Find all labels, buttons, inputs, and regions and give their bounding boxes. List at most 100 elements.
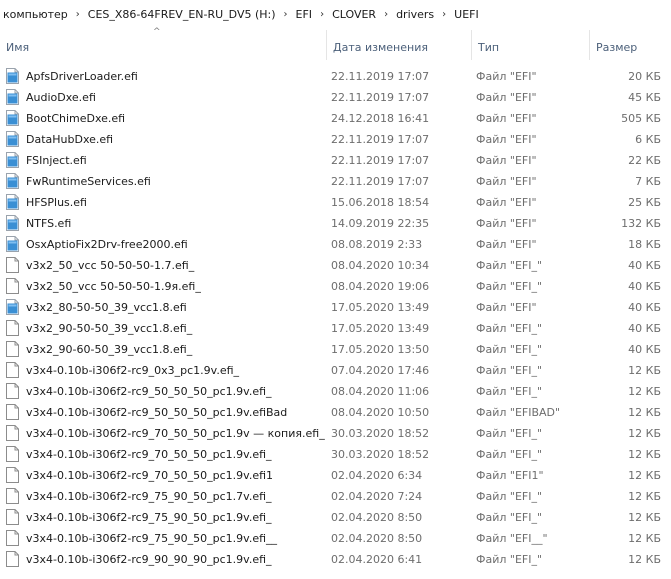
file-date: 14.09.2019 22:35 [331,217,430,230]
file-size: 40 КБ [628,301,661,314]
file-row[interactable]: v3x4-0.10b-i306f2-rc9_0x3_pc1.9v.efi_ 07.… [0,360,671,381]
file-row[interactable]: v3x4-0.10b-i306f2-rc9_70_50_50_pc1.9v.ef… [0,465,671,486]
column-header-type[interactable]: Тип [471,30,589,60]
column-header-type-label: Тип [478,41,500,54]
file-type: Файл "EFI_" [476,427,543,440]
file-type: Файл "EFI" [476,70,537,83]
file-size: 40 КБ [628,280,661,293]
file-size: 12 КБ [628,553,661,566]
file-date: 02.04.2020 8:50 [331,532,423,545]
blank-file-icon [6,360,22,381]
blank-file-icon [6,423,22,444]
file-date: 02.04.2020 6:41 [331,553,423,566]
file-row[interactable]: ApfsDriverLoader.efi 22.11.2019 17:07 Файл… [0,66,671,87]
file-row[interactable]: v3x2_50_vcc 50-50-50-1.7.efi_ 08.04.2020 … [0,255,671,276]
efi-file-icon [6,297,22,318]
file-name: v3x2_80-50-50_39_vcc1.8.efi [26,301,187,314]
file-row[interactable]: v3x2_90-50-50_39_vcc1.8.efi_ 17.05.2020 1… [0,318,671,339]
file-name: FSInject.efi [26,154,87,167]
file-size: 40 КБ [628,343,661,356]
file-name: v3x2_90-50-50_39_vcc1.8.efi_ [26,322,193,335]
file-date: 02.04.2020 6:34 [331,469,423,482]
column-header-name[interactable]: ^ Имя [0,27,326,60]
file-type: Файл "EFI_" [476,322,543,335]
file-type: Файл "EFI_" [476,343,543,356]
file-row[interactable]: v3x2_50_vcc 50-50-50-1.9я.efi_ 08.04.2020… [0,276,671,297]
file-type: Файл "EFI" [476,175,537,188]
column-header-date[interactable]: Дата изменения [326,30,471,60]
file-name: v3x4-0.10b-i306f2-rc9_75_90_50_pc1.9v.ef… [26,511,272,524]
file-type: Файл "EFI_" [476,448,543,461]
blank-file-icon [6,528,22,549]
file-row[interactable]: NTFS.efi 14.09.2019 22:35 Файл "EFI" 132 КБ [0,213,671,234]
blank-file-icon [6,318,22,339]
column-header-name-label: Имя [6,41,30,54]
file-row[interactable]: FSInject.efi 22.11.2019 17:07 Файл "EFI" 22… [0,150,671,171]
file-name: v3x2_90-60-50_39_vcc1.8.efi_ [26,343,193,356]
column-header-row: ^ Имя Дата изменения Тип Размер [0,27,671,60]
file-row[interactable]: v3x2_90-60-50_39_vcc1.8.efi_ 17.05.2020 1… [0,339,671,360]
blank-file-icon [6,486,22,507]
breadcrumb-item[interactable]: UEFI [451,8,482,21]
file-name: ApfsDriverLoader.efi [26,70,138,83]
file-type: Файл "EFI" [476,238,537,251]
file-row[interactable]: v3x4-0.10b-i306f2-rc9_50_50_50_pc1.9v.ef… [0,402,671,423]
file-type: Файл "EFI_" [476,490,543,503]
file-name: HFSPlus.efi [26,196,87,209]
file-row[interactable]: BootChimeDxe.efi 24.12.2018 16:41 Файл "EF… [0,108,671,129]
file-size: 12 КБ [628,406,661,419]
breadcrumb-item[interactable]: drivers [393,8,437,21]
file-row[interactable]: DataHubDxe.efi 22.11.2019 17:07 Файл "EFI"… [0,129,671,150]
file-row[interactable]: v3x4-0.10b-i306f2-rc9_75_90_50_pc1.7v.ef… [0,486,671,507]
file-row[interactable]: v3x4-0.10b-i306f2-rc9_90_90_90_pc1.9v.ef… [0,549,671,570]
file-size: 132 КБ [621,217,661,230]
column-header-size-label: Размер [596,41,638,54]
file-date: 02.04.2020 7:24 [331,490,423,503]
file-size: 45 КБ [628,91,661,104]
vertical-scrollbar[interactable] [665,30,671,579]
file-name: v3x4-0.10b-i306f2-rc9_90_90_90_pc1.9v.ef… [26,553,272,566]
file-type: Файл "EFI" [476,196,537,209]
breadcrumb-item[interactable]: EFI [293,8,316,21]
blank-file-icon [6,549,22,570]
blank-file-icon [6,507,22,528]
file-type: Файл "EFI__" [476,532,548,545]
file-row[interactable]: FwRuntimeServices.efi 22.11.2019 17:07 Фай… [0,171,671,192]
file-name: OsxAptioFix2Drv-free2000.efi [26,238,188,251]
file-row[interactable]: OsxAptioFix2Drv-free2000.efi 08.08.2019 2… [0,234,671,255]
file-row[interactable]: v3x2_80-50-50_39_vcc1.8.efi 17.05.2020 13… [0,297,671,318]
breadcrumb-item[interactable]: CLOVER [329,8,379,21]
file-name: AudioDxe.efi [26,91,96,104]
file-row[interactable]: HFSPlus.efi 15.06.2018 18:54 Файл "EFI" 25 … [0,192,671,213]
efi-file-icon [6,129,22,150]
file-date: 07.04.2020 17:46 [331,364,430,377]
file-type: Файл "EFIBAD" [476,406,561,419]
breadcrumb-item[interactable]: CES_X86-64FREV_EN-RU_DV5 (H:) [85,8,279,21]
file-name: v3x4-0.10b-i306f2-rc9_70_50_50_pc1.9v — … [26,427,325,440]
file-date: 08.04.2020 10:50 [331,406,430,419]
file-name: BootChimeDxe.efi [26,112,126,125]
file-date: 17.05.2020 13:50 [331,343,430,356]
breadcrumb-separator-icon: › [384,8,389,20]
file-row[interactable]: v3x4-0.10b-i306f2-rc9_75_90_50_pc1.9v.ef… [0,528,671,549]
file-list: ApfsDriverLoader.efi 22.11.2019 17:07 Файл… [0,66,671,570]
file-type: Файл "EFI_" [476,364,543,377]
file-type: Файл "EFI" [476,91,537,104]
breadcrumb-item[interactable]: компьютер [0,8,71,21]
file-size: 12 КБ [628,364,661,377]
breadcrumb-separator-icon: › [442,8,447,20]
file-type: Файл "EFI" [476,133,537,146]
efi-file-icon [6,66,22,87]
file-date: 08.04.2020 10:34 [331,259,430,272]
file-type: Файл "EFI_" [476,511,543,524]
file-date: 30.03.2020 18:52 [331,448,430,461]
file-name: FwRuntimeServices.efi [26,175,151,188]
file-date: 30.03.2020 18:52 [331,427,430,440]
file-row[interactable]: v3x4-0.10b-i306f2-rc9_75_90_50_pc1.9v.ef… [0,507,671,528]
file-row[interactable]: v3x4-0.10b-i306f2-rc9_70_50_50_pc1.9v.ef… [0,444,671,465]
file-row[interactable]: AudioDxe.efi 22.11.2019 17:07 Файл "EFI" 45… [0,87,671,108]
file-row[interactable]: v3x4-0.10b-i306f2-rc9_50_50_50_pc1.9v.ef… [0,381,671,402]
file-size: 40 КБ [628,322,661,335]
column-header-size[interactable]: Размер [589,30,671,60]
file-row[interactable]: v3x4-0.10b-i306f2-rc9_70_50_50_pc1.9v — … [0,423,671,444]
